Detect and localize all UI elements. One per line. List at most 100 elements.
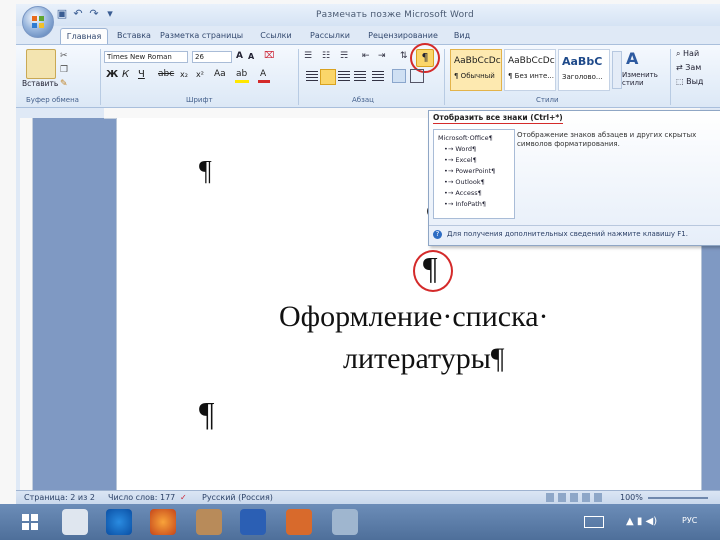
- save-icon[interactable]: ▣: [56, 8, 68, 20]
- title-bar: ▣ ↶ ↷ ▾ Размечать позже Microsoft Word: [16, 4, 720, 26]
- undo-icon[interactable]: ↶: [72, 8, 84, 20]
- media-player-icon[interactable]: [62, 509, 88, 535]
- replace-button[interactable]: ⇄ Зам: [676, 63, 701, 72]
- heading-line-1: Оформление·списка·: [279, 300, 549, 333]
- vertical-ruler[interactable]: [20, 118, 33, 490]
- preview-line: •→ Word¶: [444, 145, 477, 153]
- numbering-icon[interactable]: ☷: [322, 51, 330, 61]
- style-no-spacing-label: ¶ Без инте...: [508, 72, 554, 80]
- separator: [100, 49, 101, 105]
- separator: [298, 49, 299, 105]
- zoom-level[interactable]: 100%: [620, 493, 643, 502]
- bold-icon[interactable]: Ж: [106, 69, 118, 80]
- align-left-icon[interactable]: [306, 71, 318, 81]
- redo-icon[interactable]: ↷: [88, 8, 100, 20]
- style-heading1[interactable]: AaBbC Заголово...: [558, 49, 610, 91]
- highlight-icon[interactable]: ab: [236, 69, 247, 79]
- align-right-icon[interactable]: [338, 71, 350, 81]
- styles-scroll[interactable]: [612, 51, 622, 89]
- find-button[interactable]: ⌕ Най: [676, 49, 699, 59]
- app-taskbar-icon[interactable]: [332, 509, 358, 535]
- input-language[interactable]: РУС: [682, 516, 697, 525]
- word-window: ▣ ↶ ↷ ▾ Размечать позже Microsoft Word Г…: [16, 4, 720, 504]
- preview-line: •→ Outlook¶: [444, 178, 485, 186]
- qat-menu-icon[interactable]: ▾: [104, 8, 116, 20]
- change-case-icon[interactable]: Aa: [214, 69, 226, 79]
- line-spacing-icon[interactable]: [372, 71, 384, 81]
- powerpoint-taskbar-icon[interactable]: [286, 509, 312, 535]
- bullets-icon[interactable]: ☰: [304, 51, 312, 61]
- select-label: Выд: [686, 77, 704, 86]
- window-title: Размечать позже Microsoft Word: [316, 10, 474, 20]
- preview-line: •→ PowerPoint¶: [444, 167, 496, 175]
- clear-format-icon[interactable]: ⌧: [264, 51, 274, 61]
- decrease-indent-icon[interactable]: ⇤: [362, 51, 370, 61]
- style-normal-label: ¶ Обычный: [454, 72, 495, 80]
- preview-line: •→ Excel¶: [444, 156, 477, 164]
- preview-line: •→ Access¶: [444, 189, 482, 197]
- style-no-spacing[interactable]: AaBbCcDc ¶ Без инте...: [504, 49, 556, 91]
- tab-home[interactable]: Главная: [60, 28, 108, 45]
- tooltip-preview: Microsoft·Office¶ •→ Word¶ •→ Excel¶ •→ …: [433, 129, 515, 219]
- style-normal[interactable]: AaBbCcDc ¶ Обычный: [450, 49, 502, 91]
- preview-line: •→ InfoPath¶: [444, 200, 487, 208]
- sort-icon[interactable]: ⇅: [400, 51, 408, 61]
- tray-icons[interactable]: ▲ ▮ ◀): [626, 516, 657, 527]
- zoom-slider[interactable]: [648, 497, 708, 499]
- superscript-icon[interactable]: x²: [196, 70, 204, 79]
- view-buttons[interactable]: [546, 493, 606, 502]
- style-no-spacing-preview: AaBbCcDc: [508, 56, 555, 66]
- tab-view[interactable]: Вид: [450, 28, 474, 44]
- tab-mailings[interactable]: Рассылки: [306, 28, 354, 44]
- keyboard-icon[interactable]: [584, 516, 604, 528]
- tab-review[interactable]: Рецензирование: [368, 28, 438, 44]
- style-heading1-label: Заголово...: [562, 73, 603, 81]
- proofing-icon[interactable]: ✓: [180, 493, 187, 502]
- show-marks-tooltip: Отобразить все знаки (Ctrl+*) Microsoft·…: [428, 110, 720, 246]
- cut-icon[interactable]: ✂: [60, 51, 68, 61]
- tab-insert[interactable]: Вставка: [114, 28, 154, 44]
- paragraph-mark: ¶: [199, 396, 215, 433]
- heading-line-2: литературы¶: [343, 342, 505, 375]
- format-painter-icon[interactable]: ✎: [60, 79, 68, 89]
- shrink-font-icon[interactable]: A: [248, 52, 254, 61]
- word-taskbar-icon[interactable]: [240, 509, 266, 535]
- italic-icon[interactable]: К: [122, 69, 129, 80]
- change-styles-label[interactable]: Изменить стили: [622, 71, 666, 87]
- word-count[interactable]: Число слов: 177: [108, 493, 175, 502]
- archive-icon[interactable]: [196, 509, 222, 535]
- paste-icon[interactable]: [26, 49, 56, 79]
- underline-icon[interactable]: Ч: [138, 69, 145, 80]
- align-center-icon[interactable]: [320, 69, 336, 85]
- copy-icon[interactable]: ❐: [60, 65, 68, 75]
- separator: [444, 49, 445, 105]
- ie-icon[interactable]: [106, 509, 132, 535]
- multilevel-list-icon[interactable]: ☴: [340, 51, 348, 61]
- tooltip-footer-text: Для получения дополнительных сведений на…: [447, 230, 688, 238]
- borders-icon[interactable]: [410, 69, 424, 83]
- shading-icon[interactable]: [392, 69, 406, 83]
- taskbar: ▲ ▮ ◀) РУС: [0, 504, 720, 540]
- find-icon: ⌕: [676, 49, 681, 58]
- subscript-icon[interactable]: x₂: [180, 70, 188, 79]
- language-indicator[interactable]: Русский (Россия): [202, 493, 273, 502]
- separator: [670, 49, 671, 105]
- grow-font-icon[interactable]: A: [236, 51, 243, 61]
- font-color-icon[interactable]: A: [260, 69, 266, 79]
- tab-page-layout[interactable]: Разметка страницы: [160, 28, 243, 44]
- page-count[interactable]: Страница: 2 из 2: [24, 493, 95, 502]
- select-button[interactable]: ⬚ Выд: [676, 77, 703, 86]
- firefox-icon[interactable]: [150, 509, 176, 535]
- change-styles-icon[interactable]: A: [626, 49, 638, 68]
- office-button[interactable]: [22, 6, 54, 38]
- font-name-combo[interactable]: Times New Roman: [104, 51, 188, 63]
- font-size-combo[interactable]: 26: [192, 51, 232, 63]
- justify-icon[interactable]: [354, 71, 366, 81]
- strikethrough-icon[interactable]: abc: [158, 69, 174, 79]
- tooltip-description: Отображение знаков абзацев и других скры…: [517, 131, 697, 148]
- start-icon[interactable]: [22, 514, 38, 530]
- increase-indent-icon[interactable]: ⇥: [378, 51, 386, 61]
- help-icon: ?: [433, 230, 442, 239]
- tab-references[interactable]: Ссылки: [256, 28, 296, 44]
- tooltip-title: Отобразить все знаки (Ctrl+*): [433, 113, 563, 122]
